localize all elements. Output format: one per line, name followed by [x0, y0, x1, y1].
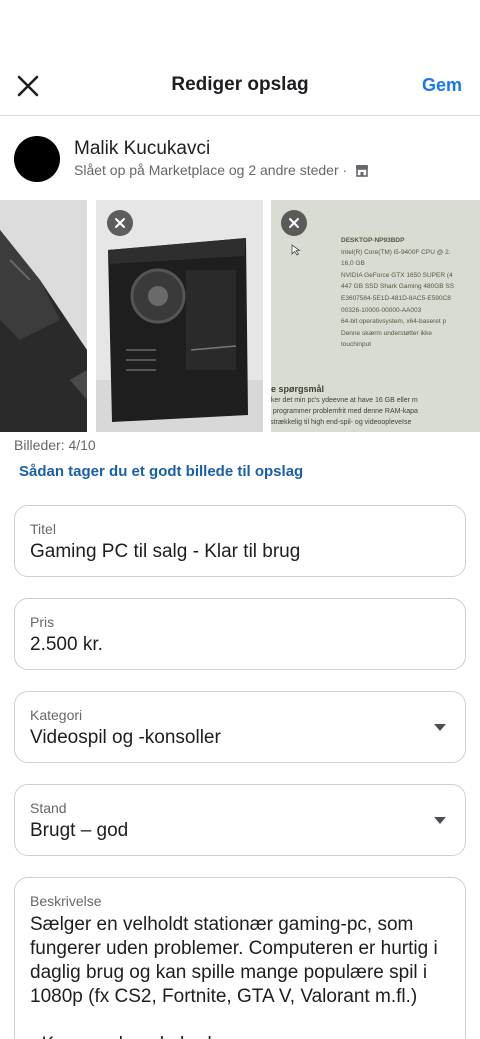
- screen-line: touchinput: [341, 341, 371, 349]
- caret-down-icon: [434, 724, 446, 731]
- description-field[interactable]: Beskrivelse Sælger en velholdt stationær…: [14, 877, 466, 1039]
- top-bar: Rediger opslag Gem: [0, 56, 480, 116]
- screen-line: ilstrækkelig til high end-spil- og video…: [271, 419, 412, 426]
- price-field[interactable]: Pris 2.500 kr.: [14, 598, 466, 670]
- description-textarea[interactable]: Sælger en velholdt stationær gaming-pc, …: [30, 913, 453, 1039]
- category-label: Kategori: [30, 707, 83, 723]
- screen-line: 00326-10000-00000-AA003: [341, 306, 422, 314]
- posting-locations[interactable]: Slået op på Marketplace og 2 andre stede…: [74, 162, 369, 178]
- remove-photo-3-button[interactable]: [281, 210, 307, 236]
- condition-label: Stand: [30, 800, 67, 816]
- screen-line: e programmer problemfrit med denne RAM-k…: [271, 408, 418, 415]
- photo-carousel[interactable]: DESKTOP-NP93BDP Intel(R) Core(TM) i5-940…: [0, 200, 480, 432]
- shop-icon: [356, 165, 369, 177]
- category-value: Videospil og -konsoller: [30, 727, 221, 748]
- condition-value: Brugt – god: [30, 820, 129, 841]
- screen-line: 447 GB SSD Shark Gaming 480GB SS: [341, 283, 455, 291]
- remove-photo-icon: [115, 218, 125, 228]
- listing-photo-3[interactable]: DESKTOP-NP93BDP Intel(R) Core(TM) i5-940…: [271, 200, 480, 432]
- photo-count: Billeder: 4/10: [14, 437, 96, 453]
- avatar[interactable]: [14, 136, 60, 182]
- title-input[interactable]: Gaming PC til salg - Klar til brug: [30, 541, 300, 563]
- save-button[interactable]: Gem: [422, 75, 462, 96]
- category-select[interactable]: Kategori Videospil og -konsoller: [14, 691, 466, 763]
- posting-locations-label: Slået op på Marketplace og 2 andre stede…: [74, 162, 348, 178]
- cursor-icon: [291, 244, 301, 256]
- price-input[interactable]: 2.500 kr.: [30, 634, 103, 656]
- screen-line: e spørgsmål: [271, 384, 325, 394]
- screen-line: 16,0 GB: [341, 260, 365, 268]
- caret-down-icon: [434, 817, 446, 824]
- screen-line: Denne skærm understøtter ikke: [341, 329, 433, 337]
- screen-line: E3607584-5E1D-481D-8AC5-E590C8: [341, 294, 451, 302]
- seller-profile: Malik Kucukavci Slået op på Marketplace …: [14, 134, 466, 184]
- photo-tips-link[interactable]: Sådan tager du et godt billede til opsla…: [19, 463, 303, 480]
- screen-line: irker det min pc's ydeevne at have 16 GB…: [271, 397, 418, 404]
- screen-line: NVIDIA GeForce GTX 1650 SUPER (4: [341, 271, 453, 279]
- screen-line: DESKTOP-NP93BDP: [341, 237, 405, 244]
- screen-line: 64-bit operativsystem, x64-baseret p: [341, 318, 447, 326]
- description-label: Beskrivelse: [30, 893, 102, 909]
- title-label: Titel: [30, 521, 56, 537]
- title-field[interactable]: Titel Gaming PC til salg - Klar til brug: [14, 505, 466, 577]
- price-label: Pris: [30, 614, 55, 630]
- seller-name: Malik Kucukavci: [74, 138, 211, 159]
- condition-select[interactable]: Stand Brugt – god: [14, 784, 466, 856]
- page-title: Rediger opslag: [171, 74, 309, 95]
- screen-line: Intel(R) Core(TM) i5-9400F CPU @ 2.: [341, 248, 451, 256]
- listing-photo-1[interactable]: [0, 200, 87, 432]
- remove-photo-icon: [289, 218, 299, 228]
- listing-photo-2[interactable]: [96, 200, 263, 432]
- remove-photo-2-button[interactable]: [107, 210, 133, 236]
